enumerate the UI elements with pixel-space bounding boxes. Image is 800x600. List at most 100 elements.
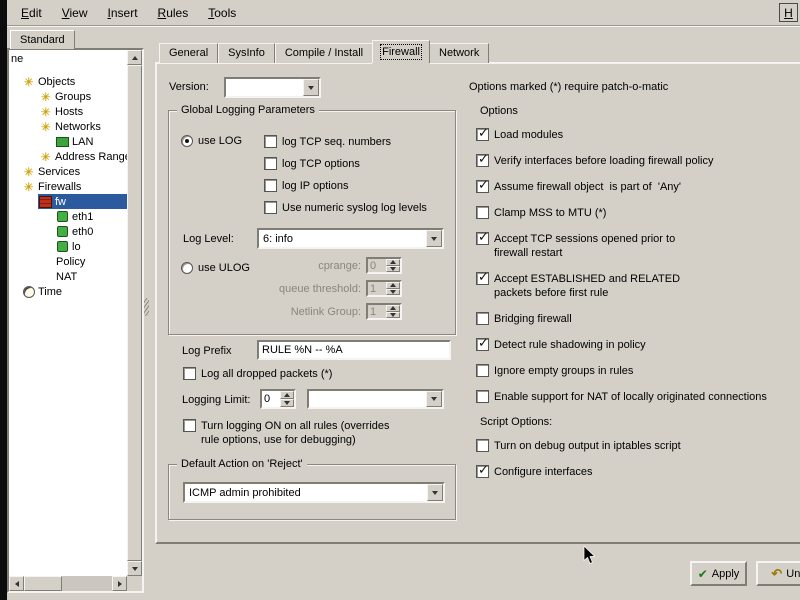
option-checkbox[interactable]: Assume firewall object is part of 'Any' — [476, 178, 800, 194]
option-checkbox[interactable]: Detect rule shadowing in policy — [476, 336, 800, 352]
tab-label: Compile / Install — [284, 47, 364, 59]
tree-item[interactable]: fw — [9, 194, 127, 209]
checkbox-box — [476, 312, 489, 325]
version-select[interactable] — [224, 77, 321, 98]
checkbox-label: Detect rule shadowing in policy — [494, 339, 646, 351]
spinbox-label: queue threshold: — [279, 282, 361, 295]
tab[interactable]: Compile / Install — [274, 43, 374, 63]
dialog-tabs: General SysInfo Compile / Install Firewa… — [159, 40, 490, 63]
menu-item[interactable]: Tools — [198, 2, 246, 24]
tab-label: SysInfo — [228, 47, 265, 59]
tree-item-body: eth1 — [55, 209, 127, 224]
help-menu-clipped[interactable]: H — [779, 3, 798, 22]
log-prefix-input[interactable] — [257, 340, 451, 360]
logging-limit-select[interactable] — [307, 389, 444, 409]
tree-item[interactable]: Time — [9, 284, 127, 299]
option-checkbox[interactable]: Load modules — [476, 126, 800, 142]
tree-item-icon — [39, 196, 52, 208]
spinbox-value: 0 — [370, 259, 377, 272]
panel-splitter-handle[interactable] — [144, 298, 149, 316]
tree-item-label: Firewalls — [38, 180, 82, 193]
dropdown-arrow-icon[interactable] — [426, 230, 442, 247]
group-title: Default Action on 'Reject' — [177, 458, 307, 470]
tree-horizontal-scrollbar[interactable] — [9, 576, 127, 591]
menu-item[interactable]: View — [52, 2, 98, 24]
option-checkbox[interactable]: Ignore empty groups in rules — [476, 364, 800, 378]
menu-item[interactable]: Edit — [11, 2, 52, 24]
log-level-select[interactable]: 6: info — [257, 228, 444, 249]
tree-item[interactable]: Hosts — [9, 104, 127, 119]
checkbox-label: log TCP seq. numbers — [282, 136, 392, 148]
logging-flag-checkbox[interactable]: log TCP options — [264, 157, 427, 171]
use-ulog-radio[interactable]: use ULOG — [181, 262, 250, 274]
tree-item[interactable]: lo — [9, 239, 127, 254]
tree-item[interactable]: Policy — [9, 254, 127, 269]
dropdown-arrow-icon[interactable] — [303, 79, 319, 96]
log-dropped-checkbox[interactable]: Log all dropped packets (*) — [183, 367, 332, 381]
tree-item[interactable]: Networks — [9, 119, 127, 134]
script-options-title: Script Options: — [480, 416, 553, 428]
checkbox-box — [476, 336, 489, 351]
tree-item-label: lo — [72, 240, 81, 253]
logging-flag-checkbox[interactable]: Use numeric syslog log levels — [264, 201, 427, 215]
tree-item-body: Objects — [21, 74, 127, 89]
checkbox-label: log IP options — [282, 180, 349, 192]
right-arrow-icon — [117, 580, 122, 587]
undo-button[interactable]: Undo — [756, 561, 800, 586]
use-log-radio[interactable]: use LOG — [181, 135, 242, 147]
checkbox-box — [476, 206, 489, 219]
default-action-select[interactable]: ICMP admin prohibited — [183, 482, 445, 503]
checkbox-box — [264, 201, 277, 214]
tree-item[interactable]: NAT — [9, 269, 127, 284]
tree-item[interactable]: eth0 — [9, 224, 127, 239]
tree-item[interactable]: Objects — [9, 74, 127, 89]
option-checkbox[interactable]: Accept TCP sessions opened prior to fire… — [476, 230, 800, 260]
option-checkbox[interactable]: Clamp MSS to MTU (*) — [476, 206, 800, 220]
scroll-up-button[interactable] — [127, 50, 142, 65]
spin-up-button[interactable] — [280, 391, 294, 399]
tab[interactable]: Network — [429, 43, 490, 63]
tree-vertical-scrollbar[interactable] — [127, 50, 142, 576]
menu-item[interactable]: Insert — [98, 2, 148, 24]
tree-item-label: Objects — [38, 75, 76, 88]
scroll-down-button[interactable] — [127, 561, 142, 576]
vertical-scrollbar-thumb[interactable] — [127, 65, 142, 561]
option-checkbox[interactable]: Accept ESTABLISHED and RELATED packets b… — [476, 270, 800, 300]
tree-item[interactable]: eth1 — [9, 209, 127, 224]
radio-label: use LOG — [198, 135, 243, 147]
apply-button[interactable]: Apply — [690, 561, 747, 586]
tree-item-icon — [22, 286, 35, 298]
logging-flag-checkbox[interactable]: log TCP seq. numbers — [264, 135, 427, 149]
spin-down-button[interactable] — [280, 399, 294, 407]
turn-logging-checkbox[interactable]: Turn logging ON on all rules (overrides … — [183, 419, 448, 447]
option-checkbox[interactable]: Enable support for NAT of locally origin… — [476, 390, 800, 404]
option-checkbox[interactable]: Verify interfaces before loading firewal… — [476, 152, 800, 168]
tree-item-icon — [39, 121, 52, 133]
library-tab-standard[interactable]: Standard — [10, 30, 75, 49]
tree-item[interactable]: Groups — [9, 89, 127, 104]
menu-item[interactable]: Rules — [148, 2, 199, 24]
tab[interactable]: SysInfo — [218, 43, 275, 63]
log-level-label: Log Level: — [183, 233, 234, 245]
menu-item-label: View — [61, 5, 88, 20]
logging-limit-spinbox[interactable]: 0 — [260, 389, 296, 409]
dropdown-arrow-icon[interactable] — [427, 484, 443, 501]
horizontal-scrollbar-thumb[interactable] — [24, 576, 62, 591]
tree-item-body: Address Range — [38, 149, 127, 164]
options-checkbox-list: Load modules Verify interfaces before lo… — [470, 126, 800, 404]
logging-flag-checkbox[interactable]: log IP options — [264, 179, 427, 193]
tree-item[interactable]: Address Range — [9, 149, 127, 164]
script-option-checkbox[interactable]: Configure interfaces — [476, 463, 800, 479]
tab[interactable]: Firewall — [372, 40, 430, 63]
scroll-right-button[interactable] — [112, 576, 127, 591]
tab[interactable]: General — [159, 43, 219, 63]
tree-item[interactable]: Services — [9, 164, 127, 179]
spinbox: 1 — [366, 303, 402, 320]
tree-item[interactable]: LAN — [9, 134, 127, 149]
tree-item-icon — [39, 91, 52, 103]
option-checkbox[interactable]: Bridging firewall — [476, 312, 800, 326]
script-option-checkbox[interactable]: Turn on debug output in iptables script — [476, 439, 800, 453]
scroll-left-button[interactable] — [9, 576, 24, 591]
tree-item[interactable]: Firewalls — [9, 179, 127, 194]
dropdown-arrow-icon[interactable] — [426, 391, 442, 407]
